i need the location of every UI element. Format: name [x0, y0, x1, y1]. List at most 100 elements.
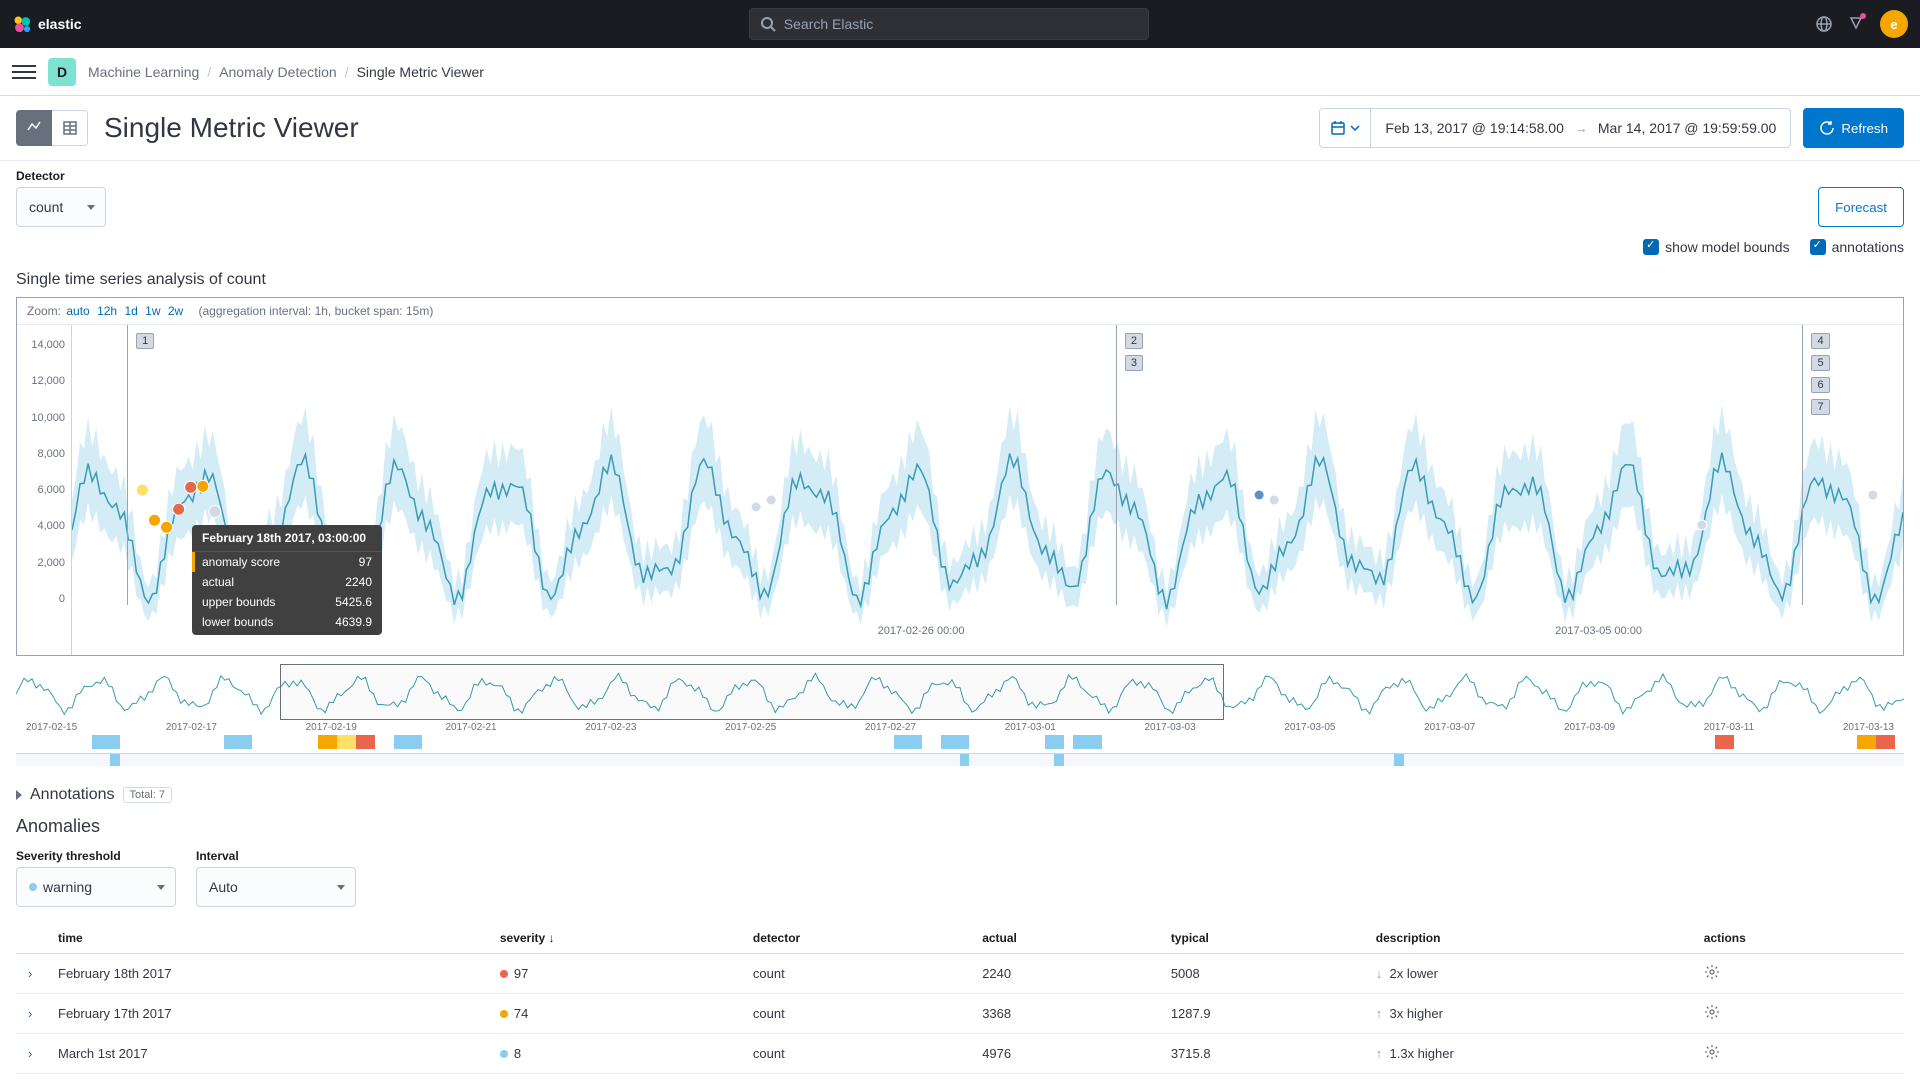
annotation-marker-3[interactable]: 3 [1125, 355, 1143, 371]
annotations-section-header[interactable]: Annotations Total: 7 [0, 770, 1920, 812]
overview-chart[interactable]: 2017-02-152017-02-172017-02-192017-02-21… [16, 664, 1904, 754]
y-axis: 14,00012,000 10,0008,000 6,0004,000 2,00… [17, 325, 71, 655]
anomalies-section: Anomalies Severity threshold warning Int… [0, 812, 1920, 1078]
search-icon [760, 16, 776, 32]
table-row: › February 18th 2017 97 count 2240 5008 … [16, 954, 1904, 994]
row-actions-button[interactable] [1704, 968, 1720, 983]
cell-detector: count [741, 1034, 970, 1074]
crumb-anomaly[interactable]: Anomaly Detection [219, 64, 337, 80]
zoom-1d[interactable]: 1d [124, 304, 137, 318]
annotations-total-badge: Total: 7 [123, 787, 172, 803]
chart-icon [26, 120, 42, 136]
expand-row-button[interactable]: › [28, 966, 32, 981]
zoom-auto[interactable]: auto [66, 304, 89, 318]
refresh-icon [1819, 120, 1835, 136]
calendar-icon [1330, 120, 1346, 136]
date-to: Mar 14, 2017 @ 19:59:59.00 [1598, 120, 1776, 136]
forecast-button[interactable]: Forecast [1818, 187, 1904, 227]
col-time[interactable]: time [46, 923, 488, 954]
expand-row-button[interactable]: › [28, 1046, 32, 1061]
newsfeed-icon[interactable] [1848, 15, 1864, 34]
cell-detector: count [741, 954, 970, 994]
col-actual[interactable]: actual [970, 923, 1159, 954]
gear-icon [1704, 1044, 1720, 1060]
cell-actual: 2240 [970, 954, 1159, 994]
logo[interactable]: elastic [12, 14, 82, 34]
annotations-title: Annotations [30, 786, 115, 804]
zoom-bar: Zoom: auto 12h 1d 1w 2w (aggregation int… [17, 298, 1903, 325]
annotation-marker-6[interactable]: 6 [1811, 377, 1829, 393]
col-detector[interactable]: detector [741, 923, 970, 954]
cell-actual: 4976 [970, 1034, 1159, 1074]
col-actions[interactable]: actions [1692, 923, 1904, 954]
checkbox-icon [1810, 239, 1826, 255]
globe-icon[interactable] [1816, 16, 1832, 32]
zoom-2w[interactable]: 2w [168, 304, 183, 318]
main-chart-container: Zoom: auto 12h 1d 1w 2w (aggregation int… [16, 297, 1904, 656]
topbar: elastic Search Elastic e [0, 0, 1920, 48]
cell-time: February 18th 2017 [46, 954, 488, 994]
annotation-marker-5[interactable]: 5 [1811, 355, 1829, 371]
interval-select[interactable]: Auto [196, 867, 356, 907]
severity-select[interactable]: warning [16, 867, 176, 907]
table-view-button[interactable] [52, 110, 88, 146]
crumb-ml[interactable]: Machine Learning [88, 64, 199, 80]
row-actions-button[interactable] [1704, 1008, 1720, 1023]
elastic-logo-icon [12, 14, 32, 34]
severity-label: Severity threshold [16, 849, 176, 863]
page-title: Single Metric Viewer [104, 112, 359, 144]
anomaly-tooltip: February 18th 2017, 03:00:00 anomaly sco… [192, 525, 382, 635]
page-header: Single Metric Viewer Feb 13, 2017 @ 19:1… [0, 96, 1920, 161]
annotation-marker-1[interactable]: 1 [136, 333, 154, 349]
col-typical[interactable]: typical [1159, 923, 1364, 954]
table-row: › March 1st 2017 8 count 4976 3715.8 ↑ 1… [16, 1034, 1904, 1074]
expand-row-button[interactable]: › [28, 1006, 32, 1021]
overview-selection[interactable] [280, 664, 1224, 720]
date-from: Feb 13, 2017 @ 19:14:58.00 [1385, 120, 1563, 136]
col-severity[interactable]: severity ↓ [488, 923, 741, 954]
cell-severity: 97 [488, 954, 741, 994]
interval-label: Interval [196, 849, 356, 863]
global-search[interactable]: Search Elastic [749, 8, 1149, 40]
space-badge[interactable]: D [48, 58, 76, 86]
annotation-marker-2[interactable]: 2 [1125, 333, 1143, 349]
refresh-button[interactable]: Refresh [1803, 108, 1904, 148]
zoom-12h[interactable]: 12h [97, 304, 117, 318]
chart-view-button[interactable] [16, 110, 52, 146]
user-avatar[interactable]: e [1880, 10, 1908, 38]
cell-description: ↓ 2x lower [1364, 954, 1692, 994]
plot-area[interactable]: 1 2 3 4 5 6 7 February 18th 2017, 03:00:… [71, 325, 1903, 655]
overview-swimlane [16, 735, 1904, 749]
detector-label: Detector [16, 169, 106, 183]
cell-typical: 3715.8 [1159, 1034, 1364, 1074]
cell-severity: 74 [488, 994, 741, 1034]
search-placeholder: Search Elastic [784, 16, 873, 32]
date-range-display[interactable]: Feb 13, 2017 @ 19:14:58.00 → Mar 14, 201… [1371, 120, 1790, 136]
anomalies-table: time severity ↓ detector actual typical … [16, 923, 1904, 1074]
checkbox-icon [1643, 239, 1659, 255]
cell-time: February 17th 2017 [46, 994, 488, 1034]
nav-menu-icon[interactable] [12, 60, 36, 84]
chevron-right-icon [16, 790, 22, 800]
show-bounds-checkbox[interactable]: show model bounds [1643, 239, 1790, 255]
view-toggle [16, 110, 88, 146]
cell-severity: 8 [488, 1034, 741, 1074]
chevron-down-icon [1350, 125, 1360, 131]
date-picker[interactable]: Feb 13, 2017 @ 19:14:58.00 → Mar 14, 201… [1319, 108, 1791, 148]
anomalies-title: Anomalies [16, 816, 1904, 837]
annotation-marker-7[interactable]: 7 [1811, 399, 1829, 415]
table-row: › February 17th 2017 74 count 3368 1287.… [16, 994, 1904, 1034]
breadcrumb-bar: D Machine Learning / Anomaly Detection /… [0, 48, 1920, 96]
detector-select[interactable]: count [16, 187, 106, 227]
cell-typical: 1287.9 [1159, 994, 1364, 1034]
row-actions-button[interactable] [1704, 1048, 1720, 1063]
col-description[interactable]: description [1364, 923, 1692, 954]
cell-time: March 1st 2017 [46, 1034, 488, 1074]
gear-icon [1704, 964, 1720, 980]
annotation-marker-4[interactable]: 4 [1811, 333, 1829, 349]
zoom-1w[interactable]: 1w [145, 304, 160, 318]
calendar-button[interactable] [1320, 109, 1371, 147]
detector-row: Detector count Forecast [0, 161, 1920, 239]
main-chart[interactable]: 14,00012,000 10,0008,000 6,0004,000 2,00… [17, 325, 1903, 655]
annotations-checkbox[interactable]: annotations [1810, 239, 1904, 255]
